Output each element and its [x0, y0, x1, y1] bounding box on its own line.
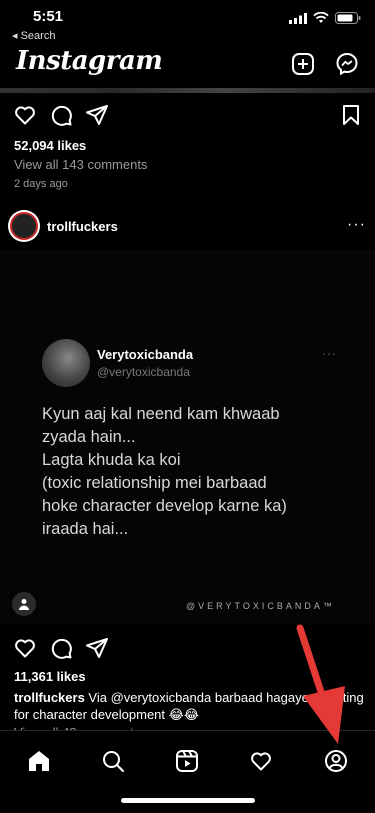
messenger-icon[interactable] [335, 52, 359, 76]
cellular-signal-icon [289, 12, 307, 24]
share-icon[interactable] [85, 103, 109, 127]
previous-post-view-comments[interactable]: View all 143 comments [14, 157, 147, 172]
previous-post-time: 2 days ago [14, 178, 68, 190]
tweet-line: iraada hai... [42, 520, 129, 538]
post-author-avatar[interactable] [8, 210, 40, 242]
avatar-image [10, 212, 38, 240]
instagram-logo[interactable]: Instagram [16, 46, 163, 76]
like-heart-icon[interactable] [13, 103, 37, 127]
previous-post-image-edge [0, 88, 375, 93]
home-icon[interactable] [27, 749, 51, 773]
wifi-icon [313, 12, 329, 23]
tweet-line: (toxic relationship mei barbaad [42, 474, 267, 492]
comment-icon[interactable] [49, 636, 73, 660]
back-to-search-link[interactable]: ◂ Search [12, 29, 55, 42]
share-icon[interactable] [85, 636, 109, 660]
comment-icon[interactable] [49, 103, 73, 127]
tweet-line: zyada hain... [42, 428, 136, 446]
tweet-author-avatar [42, 339, 90, 387]
post-likes[interactable]: 11,361 likes [14, 669, 86, 684]
tweet-author-handle: @verytoxicbanda [97, 365, 190, 379]
previous-post-likes[interactable]: 52,094 likes [14, 138, 86, 153]
tagged-users-button[interactable] [12, 592, 36, 616]
tweet-line: hoke character develop karne ka) [42, 497, 287, 515]
status-icons [289, 12, 361, 24]
tweet-line: Lagta khuda ka koi [42, 451, 181, 469]
post-author-username[interactable]: trollfuckers [47, 219, 118, 234]
like-heart-icon[interactable] [13, 636, 37, 660]
tweet-author-name: Verytoxicbanda [97, 347, 194, 362]
add-post-icon[interactable] [291, 52, 315, 76]
status-time: 5:51 [33, 8, 64, 25]
reels-icon[interactable] [175, 749, 199, 773]
home-indicator[interactable] [121, 798, 255, 803]
caption-username[interactable]: trollfuckers [14, 690, 85, 705]
tweet-text: Kyun aaj kal neend kam khwaab zyada hain… [42, 403, 342, 541]
activity-heart-icon[interactable] [249, 749, 273, 773]
post-more-options-icon[interactable]: ··· [347, 216, 366, 234]
battery-icon [335, 12, 361, 24]
tweet-more-icon: ··· [322, 345, 336, 361]
profile-icon[interactable] [324, 749, 348, 773]
search-icon[interactable] [101, 749, 125, 773]
save-bookmark-icon[interactable] [341, 104, 361, 126]
post-caption: trollfuckers Via @verytoxicbanda barbaad… [14, 689, 364, 723]
tweet-line: Kyun aaj kal neend kam khwaab [42, 405, 280, 423]
person-icon [19, 599, 29, 610]
image-watermark: @VERYTOXICBANDA™ [186, 601, 335, 611]
